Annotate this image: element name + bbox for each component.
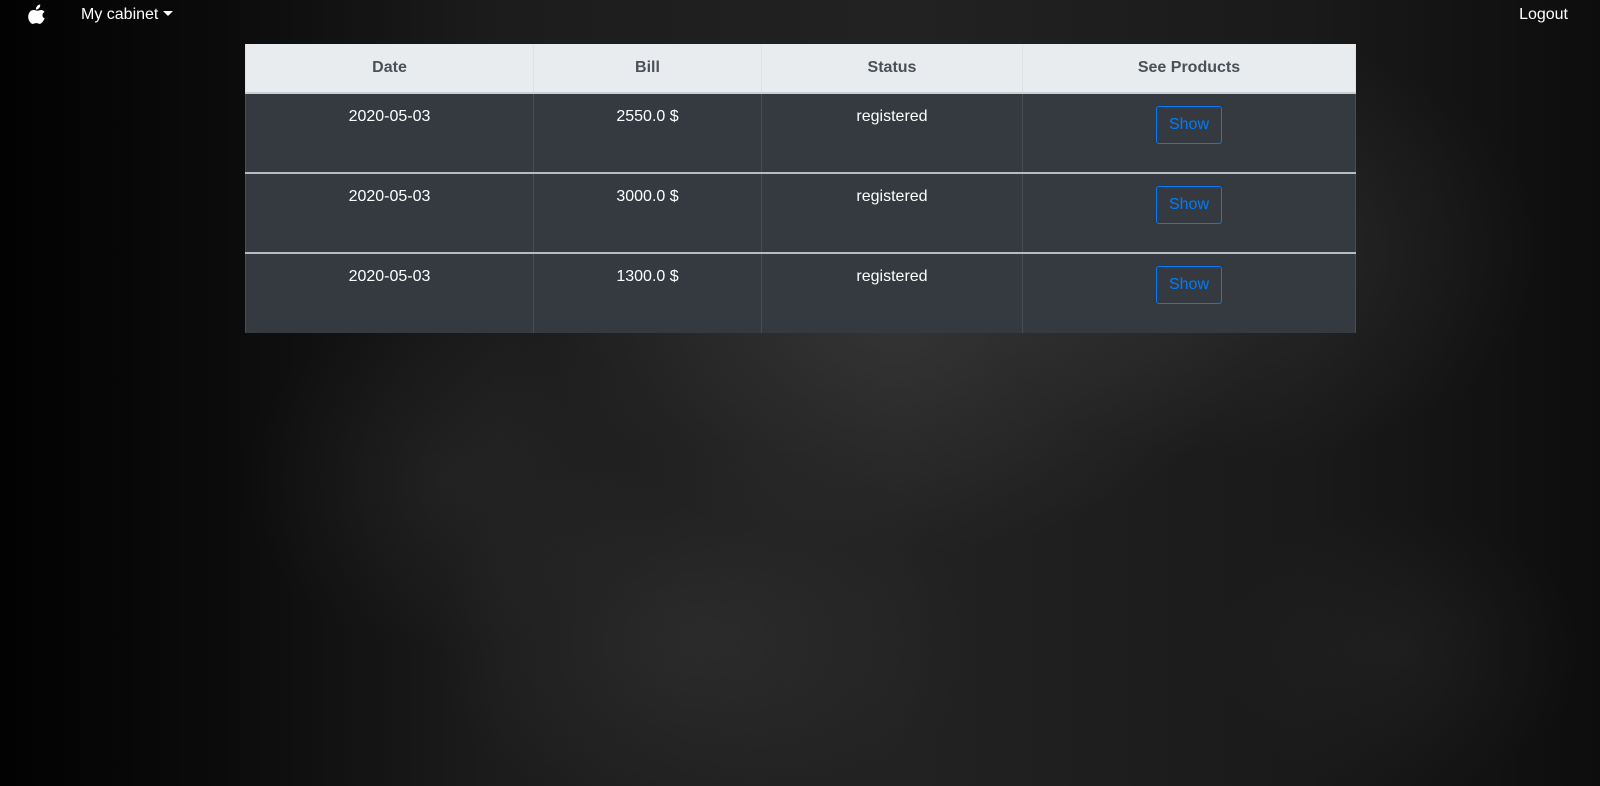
show-products-button[interactable]: Show — [1155, 186, 1223, 224]
order-date-cell: 2020-05-03 — [245, 93, 534, 173]
column-header-status: Status — [761, 44, 1023, 94]
order-bill-cell: 1300.0 $ — [533, 252, 762, 333]
order-action-cell: Show — [1022, 172, 1356, 253]
logout-link[interactable]: Logout — [1519, 5, 1568, 25]
table-row: 2020-05-03 2550.0 $ registered Show — [245, 93, 1356, 173]
show-products-button[interactable]: Show — [1155, 106, 1223, 144]
order-bill-cell: 3000.0 $ — [533, 172, 762, 253]
orders-table: Date Bill Status See Products 2020-05-03… — [245, 44, 1356, 333]
top-navbar: My cabinet Logout — [0, 0, 1600, 30]
my-cabinet-label: My cabinet — [81, 6, 159, 23]
order-status-cell: registered — [761, 93, 1023, 173]
show-products-button[interactable]: Show — [1155, 266, 1223, 304]
apple-logo-icon[interactable] — [28, 4, 46, 24]
my-cabinet-dropdown[interactable]: My cabinet — [81, 5, 174, 25]
order-status-cell: registered — [761, 172, 1023, 253]
order-action-cell: Show — [1022, 252, 1356, 333]
column-header-see-products: See Products — [1022, 44, 1356, 94]
table-header-row: Date Bill Status See Products — [245, 44, 1356, 94]
order-date-cell: 2020-05-03 — [245, 252, 534, 333]
order-action-cell: Show — [1022, 93, 1356, 173]
order-bill-cell: 2550.0 $ — [533, 93, 762, 173]
chevron-down-icon — [163, 10, 174, 16]
order-status-cell: registered — [761, 252, 1023, 333]
table-row: 2020-05-03 3000.0 $ registered Show — [245, 172, 1356, 253]
table-row: 2020-05-03 1300.0 $ registered Show — [245, 252, 1356, 333]
column-header-bill: Bill — [533, 44, 762, 94]
column-header-date: Date — [245, 44, 534, 94]
order-date-cell: 2020-05-03 — [245, 172, 534, 253]
